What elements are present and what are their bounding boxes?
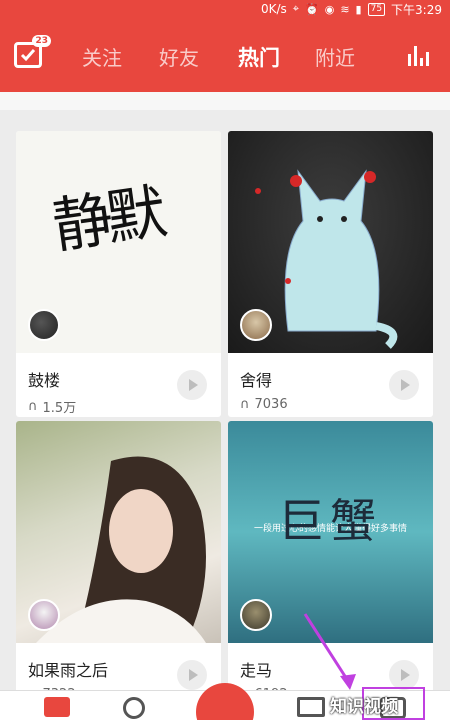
play-count-value: 7036 — [254, 397, 288, 412]
battery-indicator: 75 — [367, 2, 386, 16]
alarm-icon: ⏰ — [305, 2, 319, 16]
cover-calligraphy: 静默 — [48, 177, 166, 263]
signal-icon: ▮ — [355, 2, 362, 16]
avatar[interactable] — [28, 309, 60, 341]
top-nav: 23 关注 好友 热门 附近 — [0, 18, 450, 92]
network-speed: 0K/s — [260, 2, 287, 16]
song-cover[interactable] — [16, 421, 221, 643]
eye-icon: ◉ — [324, 2, 335, 16]
checkin-badge: 23 — [32, 35, 51, 47]
song-cover[interactable] — [228, 131, 433, 353]
wifi-icon: ≋ — [340, 2, 350, 16]
song-cover[interactable]: 静默 — [16, 131, 221, 353]
tab-hot[interactable]: 热门 — [238, 42, 280, 72]
search-icon[interactable] — [123, 697, 145, 719]
avatar[interactable] — [240, 309, 272, 341]
watermark: 知识视频 — [330, 697, 398, 717]
cover-calligraphy: 巨蟹 — [278, 494, 382, 548]
song-card[interactable]: 舍得 ∩ 7036 — [228, 131, 433, 417]
tab-nearby[interactable]: 附近 — [315, 42, 355, 71]
chart-icon[interactable] — [408, 46, 432, 66]
avatar[interactable] — [28, 599, 60, 631]
song-card[interactable]: 静默 鼓楼 ∩ 1.5万 — [16, 131, 221, 417]
card-info: 舍得 ∩ 7036 — [228, 353, 433, 417]
status-bar: 0K/s ⌖ ⏰ ◉ ≋ ▮ 75 下午3:29 — [0, 0, 450, 18]
clock: 下午3:29 — [391, 2, 442, 17]
tab-friends[interactable]: 好友 — [159, 42, 199, 71]
headphone-icon: ∩ — [28, 399, 38, 414]
song-cover[interactable]: 一段用过心的感情能让人懂得好多事情 巨蟹 — [228, 421, 433, 643]
play-button[interactable] — [177, 660, 207, 690]
play-count-value: 1.5万 — [42, 401, 77, 416]
mail-icon[interactable] — [297, 697, 325, 717]
play-button[interactable] — [389, 660, 419, 690]
headphone-icon: ∩ — [240, 397, 250, 412]
avatar[interactable] — [240, 599, 272, 631]
play-button[interactable] — [389, 370, 419, 400]
checkin-button[interactable]: 23 — [14, 35, 51, 68]
banner-edge — [0, 92, 450, 110]
arrow-annotation — [303, 613, 356, 690]
checkmark-icon — [20, 49, 36, 62]
home-icon[interactable] — [44, 697, 70, 717]
tab-follow[interactable]: 关注 — [82, 42, 122, 71]
location-icon: ⌖ — [292, 2, 299, 15]
song-card[interactable]: 如果雨之后 ∩ 7322 — [16, 421, 221, 707]
card-info: 鼓楼 ∩ 1.5万 — [16, 353, 221, 417]
play-button[interactable] — [177, 370, 207, 400]
